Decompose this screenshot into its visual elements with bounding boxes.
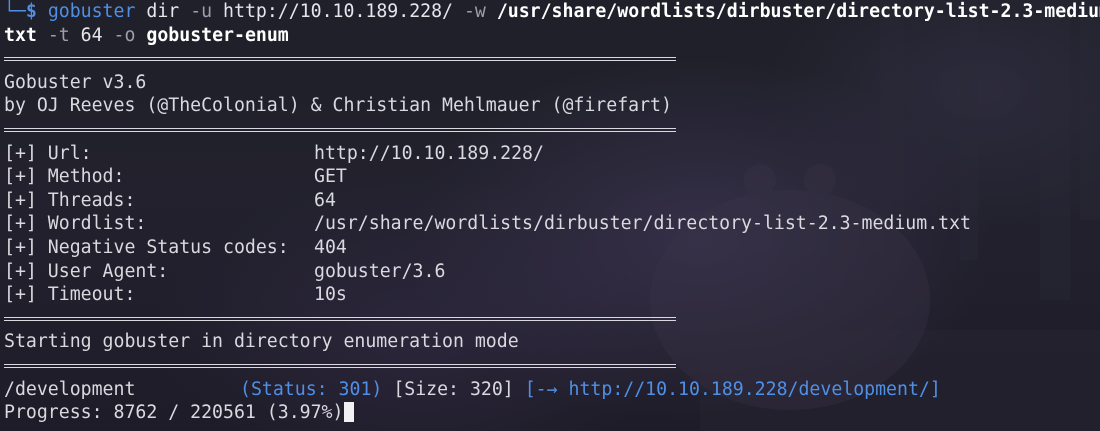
result-status: (Status: 301) — [240, 378, 383, 400]
config-label: [+] Method: — [4, 166, 125, 188]
wordlist-path: /usr/share/wordlists/dirbuster/directory… — [496, 1, 1100, 22]
threads-value: 64 — [80, 24, 103, 46]
command-line-wrap: txt -t 64 -o gobuster-enum — [4, 24, 1098, 48]
config-value: 64 — [314, 189, 336, 211]
config-label: [+] User Agent: — [4, 260, 169, 282]
command-line: └─$ gobuster dir -u http://10.10.189.228… — [4, 0, 1100, 24]
config-label: [+] Timeout: — [4, 284, 136, 306]
separator — [4, 307, 1098, 331]
prompt-symbol: $ — [25, 1, 37, 22]
separator — [4, 354, 1098, 378]
output-flag: -o — [113, 24, 136, 46]
wordlist-flag: -w — [463, 1, 486, 22]
progress-line: Progress: 8762 / 220561 (3.97%) — [4, 401, 1098, 425]
terminal-cursor — [344, 402, 355, 423]
config-row: [+] Method: GET — [4, 165, 1098, 189]
result-row: /development (Status: 301) [Size: 320] [-… — [4, 378, 1098, 402]
config-label: [+] Url: — [4, 142, 92, 164]
config-row: [+] Negative Status codes: 404 — [4, 236, 1098, 260]
config-row: [+] Wordlist: /usr/share/wordlists/dirbus… — [4, 212, 1098, 236]
config-value: /usr/share/wordlists/dirbuster/directory… — [314, 213, 971, 235]
config-label: [+] Threads: — [4, 189, 136, 211]
banner-authors: by OJ Reeves (@TheColonial) & Christian … — [4, 95, 672, 117]
wordlist-path-continued: txt — [4, 24, 37, 46]
config-value: 404 — [314, 236, 347, 258]
start-message: Starting gobuster in directory enumerati… — [4, 331, 519, 353]
config-row: [+] User Agent: gobuster/3.6 — [4, 260, 1098, 284]
separator — [4, 47, 1098, 71]
config-row: [+] Url: http://10.10.189.228/ — [4, 142, 1098, 166]
terminal-window[interactable]: └─$ gobuster dir -u http://10.10.189.228… — [0, 0, 1100, 431]
result-path: /development — [4, 378, 136, 400]
result-redirect[interactable]: [-→ http://10.10.189.228/development/] — [525, 379, 941, 400]
config-value: gobuster/3.6 — [314, 260, 446, 282]
config-label: [+] Wordlist: — [4, 213, 147, 235]
banner-version: Gobuster v3.6 — [4, 71, 147, 93]
config-row: [+] Timeout: 10s — [4, 283, 1098, 307]
command-name: gobuster — [47, 1, 136, 22]
separator — [4, 118, 1098, 142]
target-url: http://10.10.189.228/ — [223, 1, 453, 22]
config-value: GET — [314, 166, 347, 188]
command-mode: dir — [146, 1, 180, 22]
url-flag: -u — [190, 1, 213, 22]
progress-text: Progress: 8762 / 220561 (3.97%) — [4, 402, 344, 424]
config-row: [+] Threads: 64 — [4, 189, 1098, 213]
output-file: gobuster-enum — [146, 24, 289, 46]
config-label: [+] Negative Status codes: — [4, 236, 289, 258]
config-value: http://10.10.189.228/ — [314, 142, 544, 164]
prompt-corner: └─ — [4, 1, 26, 22]
config-value: 10s — [314, 284, 347, 306]
threads-flag: -t — [47, 24, 70, 46]
result-size: [Size: 320] — [393, 378, 514, 400]
